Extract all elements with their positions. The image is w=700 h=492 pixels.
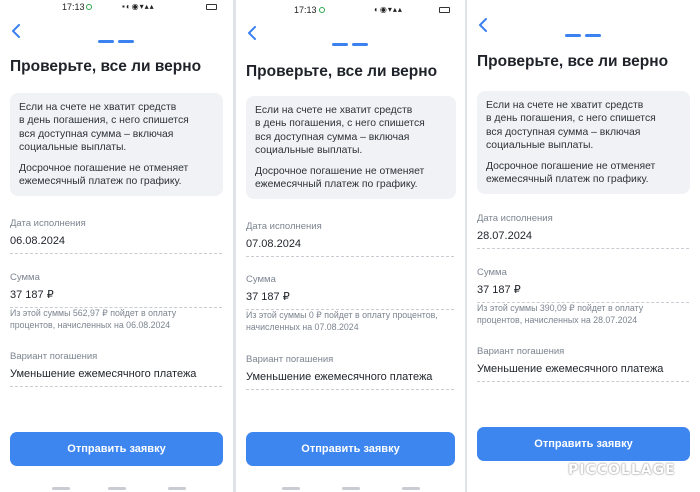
date-value: 07.08.2024 bbox=[246, 238, 302, 250]
amount-label: Сумма bbox=[477, 267, 507, 278]
amount-label: Сумма bbox=[246, 274, 276, 285]
date-field: Дата исполнения 28.07.2024 bbox=[477, 213, 689, 249]
interest-note: Из этой суммы 0 ₽ пойдет в оплату процен… bbox=[246, 310, 438, 332]
page-title: Проверьте, все ли верно bbox=[10, 58, 202, 75]
nav-bar-indicator bbox=[402, 487, 420, 490]
info-text-balance: Если на счете не хватит средств в день п… bbox=[486, 100, 656, 152]
page-title: Проверьте, все ли верно bbox=[246, 63, 438, 80]
back-chevron-icon[interactable] bbox=[246, 26, 258, 40]
interest-note: Из этой суммы 562,97 ₽ пойдет в оплату п… bbox=[10, 308, 177, 330]
back-chevron-icon[interactable] bbox=[10, 24, 22, 38]
nav-bar-indicator bbox=[342, 487, 360, 490]
amount-value: 37 187 ₽ bbox=[10, 289, 54, 301]
info-text-balance: Если на счете не хватит средств в день п… bbox=[19, 102, 189, 154]
amount-label: Сумма bbox=[10, 272, 40, 283]
date-label: Дата исполнения bbox=[246, 221, 322, 232]
step-indicator bbox=[98, 30, 138, 43]
info-card: Если на счете не хватит средств в день п… bbox=[10, 93, 223, 197]
info-card: Если на счете не хватит средств в день п… bbox=[477, 91, 690, 195]
back-chevron-icon[interactable] bbox=[477, 18, 489, 32]
amount-value: 37 187 ₽ bbox=[477, 284, 521, 296]
status-time: 17:13 bbox=[62, 2, 85, 12]
repayment-option-value: Уменьшение ежемесячного платежа bbox=[10, 368, 197, 380]
collage-watermark: PICCOLLAGE bbox=[568, 462, 676, 478]
nav-bar-indicator bbox=[52, 487, 70, 490]
amount-field: Сумма 37 187 ₽ bbox=[10, 272, 222, 308]
amount-field: Сумма 37 187 ₽ bbox=[477, 267, 689, 303]
sync-check-icon bbox=[319, 7, 325, 13]
date-field: Дата исполнения 06.08.2024 bbox=[10, 218, 222, 254]
repayment-option-value: Уменьшение ежемесячного платежа bbox=[246, 371, 433, 383]
repayment-option-value: Уменьшение ежемесячного платежа bbox=[477, 363, 664, 375]
date-label: Дата исполнения bbox=[10, 218, 86, 229]
info-card: Если на счете не хватит средств в день п… bbox=[246, 96, 456, 200]
repayment-option-label: Вариант погашения bbox=[477, 346, 565, 357]
screen-3: Проверьте, все ли верно Если на счете не… bbox=[467, 0, 700, 492]
page-title: Проверьте, все ли верно bbox=[477, 53, 669, 70]
status-bar: 17:13 ▪◐◉▾▴▴ bbox=[0, 2, 233, 14]
signal-icon: ▪◐◉▾▴▴ bbox=[122, 2, 155, 11]
status-bar: 17:13 ◐◉▾▴▴ bbox=[236, 5, 465, 17]
repayment-option-field: Вариант погашения Уменьшение ежемесячног… bbox=[10, 351, 222, 387]
submit-button[interactable]: Отправить заявку bbox=[10, 432, 223, 466]
info-text-schedule: Досрочное погашение не отменяет ежемесяч… bbox=[19, 162, 189, 188]
nav-bar-indicator bbox=[282, 487, 300, 490]
amount-field: Сумма 37 187 ₽ bbox=[246, 274, 454, 310]
repayment-option-field: Вариант погашения Уменьшение ежемесячног… bbox=[246, 354, 454, 390]
date-value: 06.08.2024 bbox=[10, 235, 66, 247]
step-indicator bbox=[332, 33, 372, 46]
screen-2: 17:13 ◐◉▾▴▴ Проверьте, все ли верно Если… bbox=[236, 0, 465, 492]
date-field: Дата исполнения 07.08.2024 bbox=[246, 221, 454, 257]
nav-bar-indicator bbox=[108, 487, 126, 490]
info-text-balance: Если на счете не хватит средств в день п… bbox=[255, 105, 425, 157]
submit-button[interactable]: Отправить заявку bbox=[246, 432, 455, 466]
repayment-option-label: Вариант погашения bbox=[246, 354, 334, 365]
interest-note: Из этой суммы 390,09 ₽ пойдет в оплату п… bbox=[477, 303, 644, 325]
status-time: 17:13 bbox=[294, 5, 317, 15]
sync-check-icon bbox=[86, 4, 92, 10]
battery-icon bbox=[206, 4, 217, 10]
info-text-schedule: Досрочное погашение не отменяет ежемесяч… bbox=[486, 160, 656, 186]
info-text-schedule: Досрочное погашение не отменяет ежемесяч… bbox=[255, 165, 425, 191]
amount-value: 37 187 ₽ bbox=[246, 291, 290, 303]
nav-bar-indicator bbox=[168, 487, 186, 490]
battery-icon bbox=[439, 7, 450, 13]
submit-button[interactable]: Отправить заявку bbox=[477, 427, 690, 461]
signal-icon: ◐◉▾▴▴ bbox=[374, 5, 403, 14]
date-value: 28.07.2024 bbox=[477, 230, 533, 242]
screen-1: 17:13 ▪◐◉▾▴▴ Проверьте, все ли верно Есл… bbox=[0, 0, 233, 492]
repayment-option-label: Вариант погашения bbox=[10, 351, 98, 362]
repayment-option-field: Вариант погашения Уменьшение ежемесячног… bbox=[477, 346, 689, 382]
date-label: Дата исполнения bbox=[477, 213, 553, 224]
step-indicator bbox=[565, 24, 605, 37]
